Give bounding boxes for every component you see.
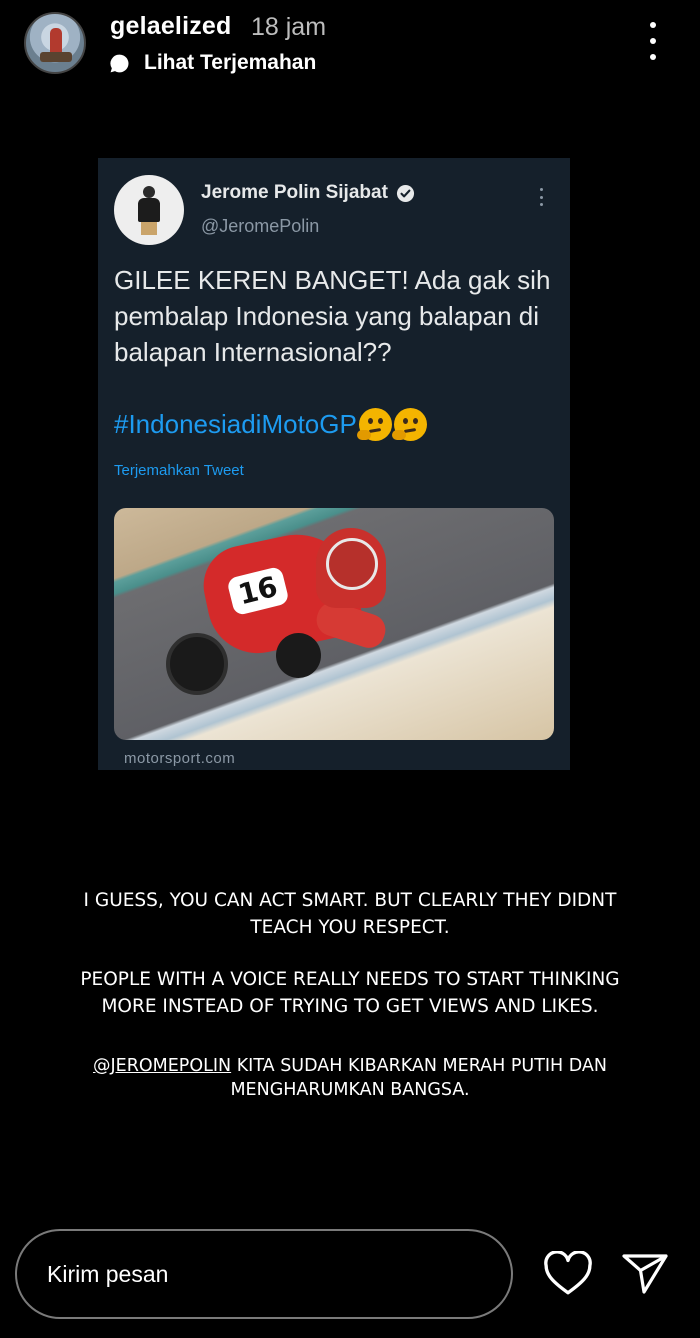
link-source: motorsport.com xyxy=(124,750,236,767)
caption-paragraph-3: @JEROMEPOLIN KITA SUDAH KIBARKAN MERAH P… xyxy=(60,1054,640,1102)
tweet-text: GILEE KEREN BANGET! Ada gak sih pembalap… xyxy=(114,265,551,367)
caption-paragraph-1: I GUESS, YOU CAN ACT SMART. BUT CLEARLY … xyxy=(83,890,617,938)
send-icon[interactable] xyxy=(621,1250,669,1296)
tweet-more-icon xyxy=(540,188,546,206)
thinking-face-icon xyxy=(391,407,427,441)
tweet-author-name: Jerome Polin Sijabat xyxy=(201,182,388,203)
tweet-screenshot: Jerome Polin Sijabat @JeromePolin GILEE … xyxy=(98,158,570,770)
post-time: 18 jam xyxy=(251,13,327,41)
tweet-author-avatar xyxy=(114,175,184,245)
see-translation-label: Lihat Terjemahan xyxy=(144,51,317,74)
translate-tweet-link: Terjemahkan Tweet xyxy=(114,462,244,479)
tweet-author-handle: @JeromePolin xyxy=(201,216,320,236)
more-options-icon[interactable] xyxy=(640,22,666,60)
profile-avatar[interactable] xyxy=(24,12,86,74)
speech-bubble-icon xyxy=(110,54,129,72)
see-translation-button[interactable]: Lihat Terjemahan xyxy=(109,50,316,76)
caption-paragraph-2: PEOPLE WITH A VOICE REALLY NEEDS TO STAR… xyxy=(80,969,620,1017)
heart-icon[interactable] xyxy=(543,1251,593,1297)
username[interactable]: gelaelized xyxy=(110,12,232,41)
caption-paragraph-3-text: KITA SUDAH KIBARKAN MERAH PUTIH DAN MENG… xyxy=(230,1056,607,1100)
story-header: gelaelized 18 jam Lihat Terjemahan xyxy=(0,0,700,90)
thinking-face-icon xyxy=(356,407,392,441)
send-message-input[interactable] xyxy=(15,1229,513,1319)
tweet-hashtag: #IndonesiadiMotoGP xyxy=(114,408,357,439)
motogp-rider-image: 16 xyxy=(114,508,554,740)
mention-link[interactable]: @JEROMEPOLIN xyxy=(93,1056,231,1076)
verified-badge-icon xyxy=(396,184,414,202)
